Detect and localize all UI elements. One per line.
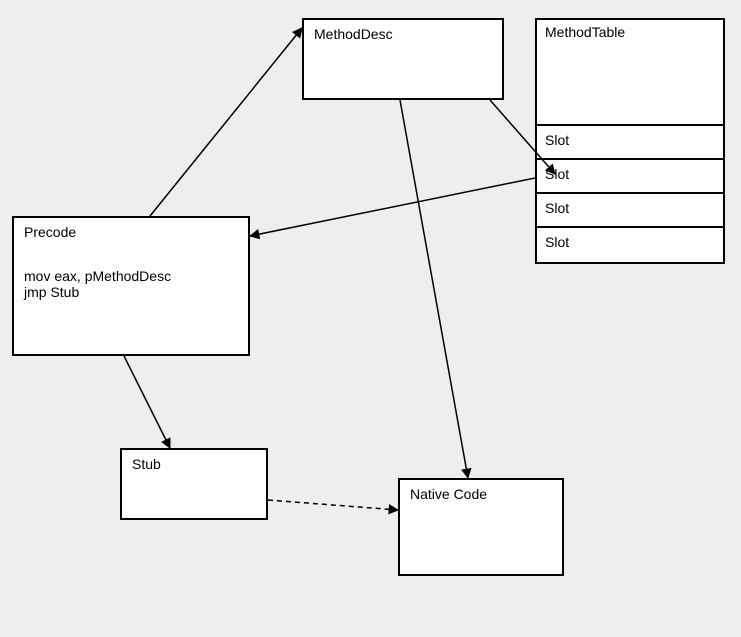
methodtable-slot: Slot bbox=[537, 126, 723, 160]
methoddesc-box: MethodDesc bbox=[302, 18, 504, 100]
precode-title: Precode bbox=[24, 224, 238, 240]
stub-title: Stub bbox=[132, 456, 161, 472]
methodtable-slot: Slot bbox=[537, 228, 723, 262]
methodtable-title: MethodTable bbox=[537, 20, 723, 126]
stub-box: Stub bbox=[120, 448, 268, 520]
nativecode-title: Native Code bbox=[410, 486, 487, 502]
precode-line1: mov eax, pMethodDesc bbox=[24, 268, 238, 284]
methodtable-slot: Slot bbox=[537, 194, 723, 228]
methoddesc-title: MethodDesc bbox=[314, 26, 393, 42]
methodtable-slot: Slot bbox=[537, 160, 723, 194]
precode-box: Precode mov eax, pMethodDesc jmp Stub bbox=[12, 216, 250, 356]
precode-line2: jmp Stub bbox=[24, 284, 238, 300]
nativecode-box: Native Code bbox=[398, 478, 564, 576]
methodtable-box: MethodTable Slot Slot Slot Slot bbox=[535, 18, 725, 264]
